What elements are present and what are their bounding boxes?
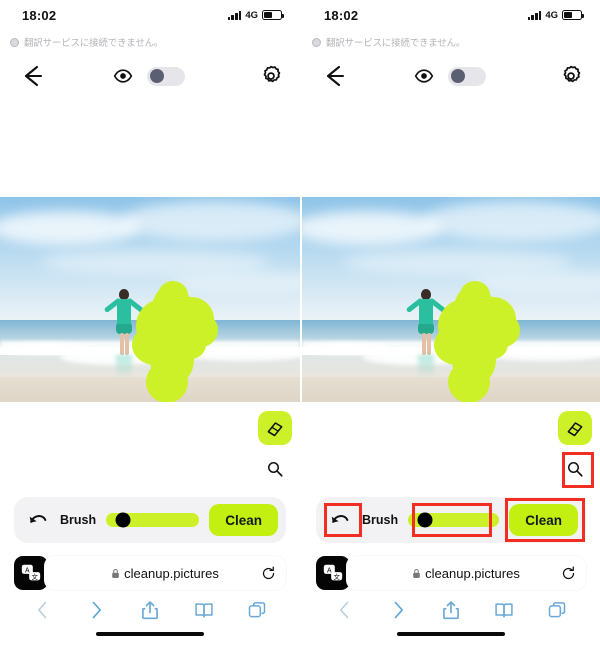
signal-bars-icon (227, 10, 242, 20)
url-text: cleanup.pictures (124, 565, 219, 581)
chevron-right-icon[interactable] (86, 600, 106, 620)
browser-address-bar: A 文 cleanup.pictures (0, 553, 300, 593)
eraser-button[interactable] (258, 411, 292, 445)
status-indicators: 4G (527, 9, 585, 21)
back-arrow-icon[interactable] (20, 63, 46, 89)
brush-slider[interactable] (106, 512, 200, 528)
zoom-button[interactable] (264, 458, 286, 480)
url-display: cleanup.pictures (111, 566, 219, 581)
clean-button[interactable]: Clean (209, 504, 278, 536)
preview-controls (348, 66, 560, 86)
screenshot-pair: 18:02 4G 翻訳サービスに接続できません。 Brush Clean A 文… (0, 0, 600, 646)
back-arrow-icon[interactable] (322, 63, 348, 89)
brush-control-bar: Brush Clean (14, 497, 286, 543)
translation-notice: 翻訳サービスに接続できません。 (0, 30, 300, 50)
mask-blob (176, 329, 206, 359)
status-bar: 18:02 4G (302, 0, 600, 30)
svg-text:A: A (25, 567, 30, 574)
svg-text:A: A (327, 567, 332, 574)
editor-photo[interactable] (0, 197, 300, 402)
mask-blob (146, 361, 188, 402)
network-type-label: 4G (545, 9, 558, 21)
phone-screen-right: 18:02 4G 翻訳サービスに接続できません。 Brush Clean A 文… (300, 0, 600, 646)
chevron-right-icon[interactable] (388, 600, 408, 620)
browser-nav-bar (0, 594, 300, 626)
home-indicator (397, 631, 505, 636)
mask-blob (158, 281, 188, 309)
signal-bars-icon (527, 10, 542, 20)
eye-icon[interactable] (414, 66, 434, 86)
status-bar: 18:02 4G (0, 0, 300, 30)
info-circle-icon (10, 37, 19, 47)
chevron-left-icon[interactable] (335, 600, 355, 620)
zoom-button[interactable] (564, 458, 586, 480)
app-toolbar (0, 50, 300, 102)
translate-glyph: A 文 (21, 564, 41, 581)
clean-button[interactable]: Clean (509, 504, 578, 536)
magnifier-icon (568, 462, 583, 477)
brush-slider-knob[interactable] (115, 512, 131, 528)
preview-controls (46, 66, 260, 86)
phone-screen-left: 18:02 4G 翻訳サービスに接続できません。 Brush Clean A 文… (0, 0, 300, 646)
lock-icon (413, 568, 420, 578)
translation-notice-text: 翻訳サービスに接続できません。 (326, 38, 466, 49)
translation-notice-text: 翻訳サービスに接続できません。 (24, 38, 164, 49)
status-time: 18:02 (324, 7, 359, 23)
share-icon[interactable] (140, 600, 160, 620)
browser-nav-bar (302, 594, 600, 626)
gear-icon[interactable] (560, 65, 582, 87)
mask-blob (448, 361, 490, 402)
svg-text:文: 文 (31, 572, 38, 581)
eraser-button[interactable] (558, 411, 592, 445)
status-time: 18:02 (22, 7, 57, 23)
compare-toggle[interactable] (147, 66, 185, 86)
undo-button[interactable] (328, 509, 352, 531)
translation-notice: 翻訳サービスに接続できません。 (302, 30, 600, 50)
eraser-icon (567, 422, 583, 437)
tabs-icon[interactable] (547, 600, 567, 620)
toggle-knob (149, 69, 164, 83)
share-icon[interactable] (441, 600, 461, 620)
battery-icon (562, 10, 585, 20)
url-field[interactable]: cleanup.pictures (346, 556, 586, 590)
url-display: cleanup.pictures (412, 566, 520, 581)
brush-slider-knob[interactable] (417, 512, 433, 528)
gear-icon[interactable] (260, 65, 282, 87)
toggle-knob (450, 69, 465, 83)
reload-icon[interactable] (261, 566, 276, 581)
battery-icon (262, 10, 285, 20)
mask-blob (460, 281, 490, 309)
status-indicators: 4G (227, 9, 285, 21)
network-type-label: 4G (245, 9, 258, 21)
translate-icon[interactable]: A 文 (14, 556, 48, 590)
home-indicator (96, 631, 204, 636)
brush-control-bar: Brush Clean (316, 497, 586, 543)
editor-photo[interactable] (302, 197, 600, 402)
translate-icon[interactable]: A 文 (316, 556, 350, 590)
brush-slider[interactable] (408, 512, 500, 528)
book-icon[interactable] (194, 600, 214, 620)
eraser-icon (267, 422, 283, 437)
undo-button[interactable] (26, 509, 50, 531)
browser-address-bar: A 文 cleanup.pictures (302, 553, 600, 593)
brush-label: Brush (362, 513, 399, 527)
app-toolbar (302, 50, 600, 102)
brush-mask-overlay (302, 197, 600, 402)
chevron-left-icon[interactable] (33, 600, 53, 620)
brush-mask-overlay (0, 197, 300, 402)
lock-icon (112, 568, 119, 578)
mask-blob (478, 329, 508, 359)
tabs-icon[interactable] (247, 600, 267, 620)
compare-toggle[interactable] (448, 66, 486, 86)
info-circle-icon (312, 37, 321, 47)
translate-glyph: A 文 (323, 564, 343, 581)
book-icon[interactable] (494, 600, 514, 620)
url-text: cleanup.pictures (425, 565, 520, 581)
magnifier-icon (268, 462, 283, 477)
brush-label: Brush (60, 513, 97, 527)
svg-text:文: 文 (333, 572, 340, 581)
reload-icon[interactable] (561, 566, 576, 581)
url-field[interactable]: cleanup.pictures (44, 556, 286, 590)
eye-icon[interactable] (113, 66, 133, 86)
